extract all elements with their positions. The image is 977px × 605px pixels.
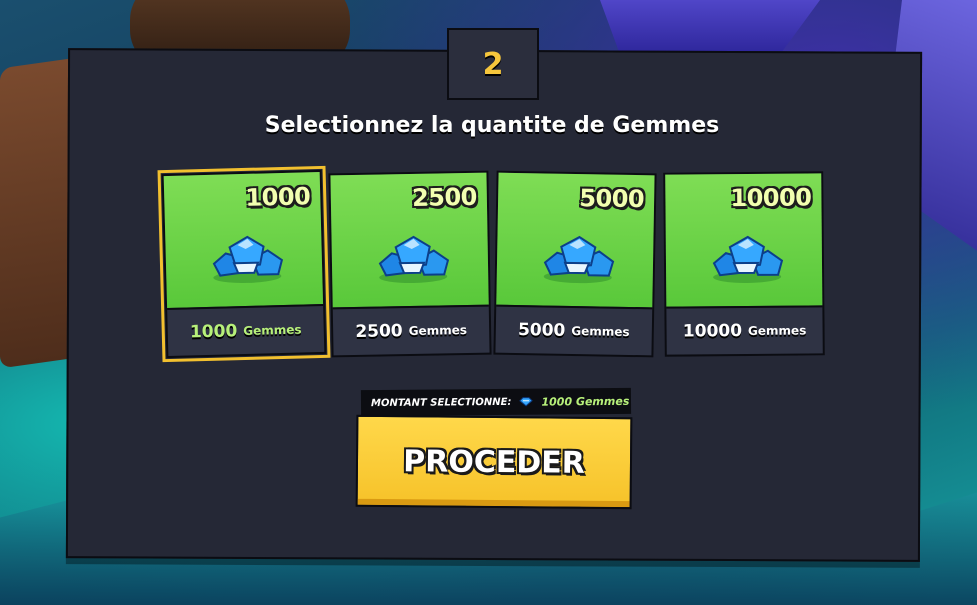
card-label-amount: 5000 xyxy=(517,320,566,341)
card-label-unit: Gemmes xyxy=(747,323,807,338)
selected-amount-strip: MONTANT SELECTIONNE: 1000 Gemmes xyxy=(360,387,632,417)
card-label-amount: 10000 xyxy=(682,321,743,342)
card-top: 10000 xyxy=(665,173,823,309)
card-amount: 10000 xyxy=(730,183,812,213)
card-label: 2500 Gemmes xyxy=(333,307,490,356)
card-label-amount: 2500 xyxy=(355,321,403,342)
gem-package-card-5000[interactable]: 5000 5000 Gemmes xyxy=(493,170,657,358)
card-label-amount: 1000 xyxy=(189,321,238,343)
card-amount: 2500 xyxy=(411,182,478,212)
card-top: 1000 xyxy=(163,171,324,311)
card-amount: 1000 xyxy=(245,182,311,212)
card-label-unit: Gemmes xyxy=(243,322,302,339)
card-label: 5000 Gemmes xyxy=(495,307,652,356)
game-screen: 2 Selectionnez la quantite de Gemmes 100… xyxy=(0,0,977,605)
card-amount: 5000 xyxy=(579,184,645,214)
card-top: 2500 xyxy=(330,172,489,310)
gem-package-card-2500[interactable]: 2500 2500 Gemmes xyxy=(328,170,492,358)
proceed-button[interactable]: PROCEDER xyxy=(355,414,633,510)
card-top: 5000 xyxy=(496,172,655,310)
gem-pile-icon xyxy=(712,235,784,283)
selected-amount-value: 1000 Gemmes xyxy=(541,394,630,409)
panel-title: Selectionnez la quantite de Gemmes xyxy=(264,113,720,138)
step-number: 2 xyxy=(482,46,504,82)
card-label-unit: Gemmes xyxy=(408,323,468,339)
gem-pile-icon xyxy=(378,235,450,283)
card-label: 1000 Gemmes xyxy=(167,306,324,356)
selected-amount-label: MONTANT SELECTIONNE: xyxy=(370,396,512,409)
card-label: 10000 Gemmes xyxy=(666,307,822,354)
card-label-unit: Gemmes xyxy=(571,323,630,339)
gem-icon xyxy=(519,397,534,407)
gem-pile-icon xyxy=(212,235,284,283)
gem-package-card-10000[interactable]: 10000 10000 Gemmes xyxy=(663,171,825,357)
gem-package-card-1000[interactable]: 1000 1000 Gemmes xyxy=(157,165,331,363)
gem-pile-icon xyxy=(543,235,615,284)
step-badge: 2 xyxy=(447,28,539,100)
